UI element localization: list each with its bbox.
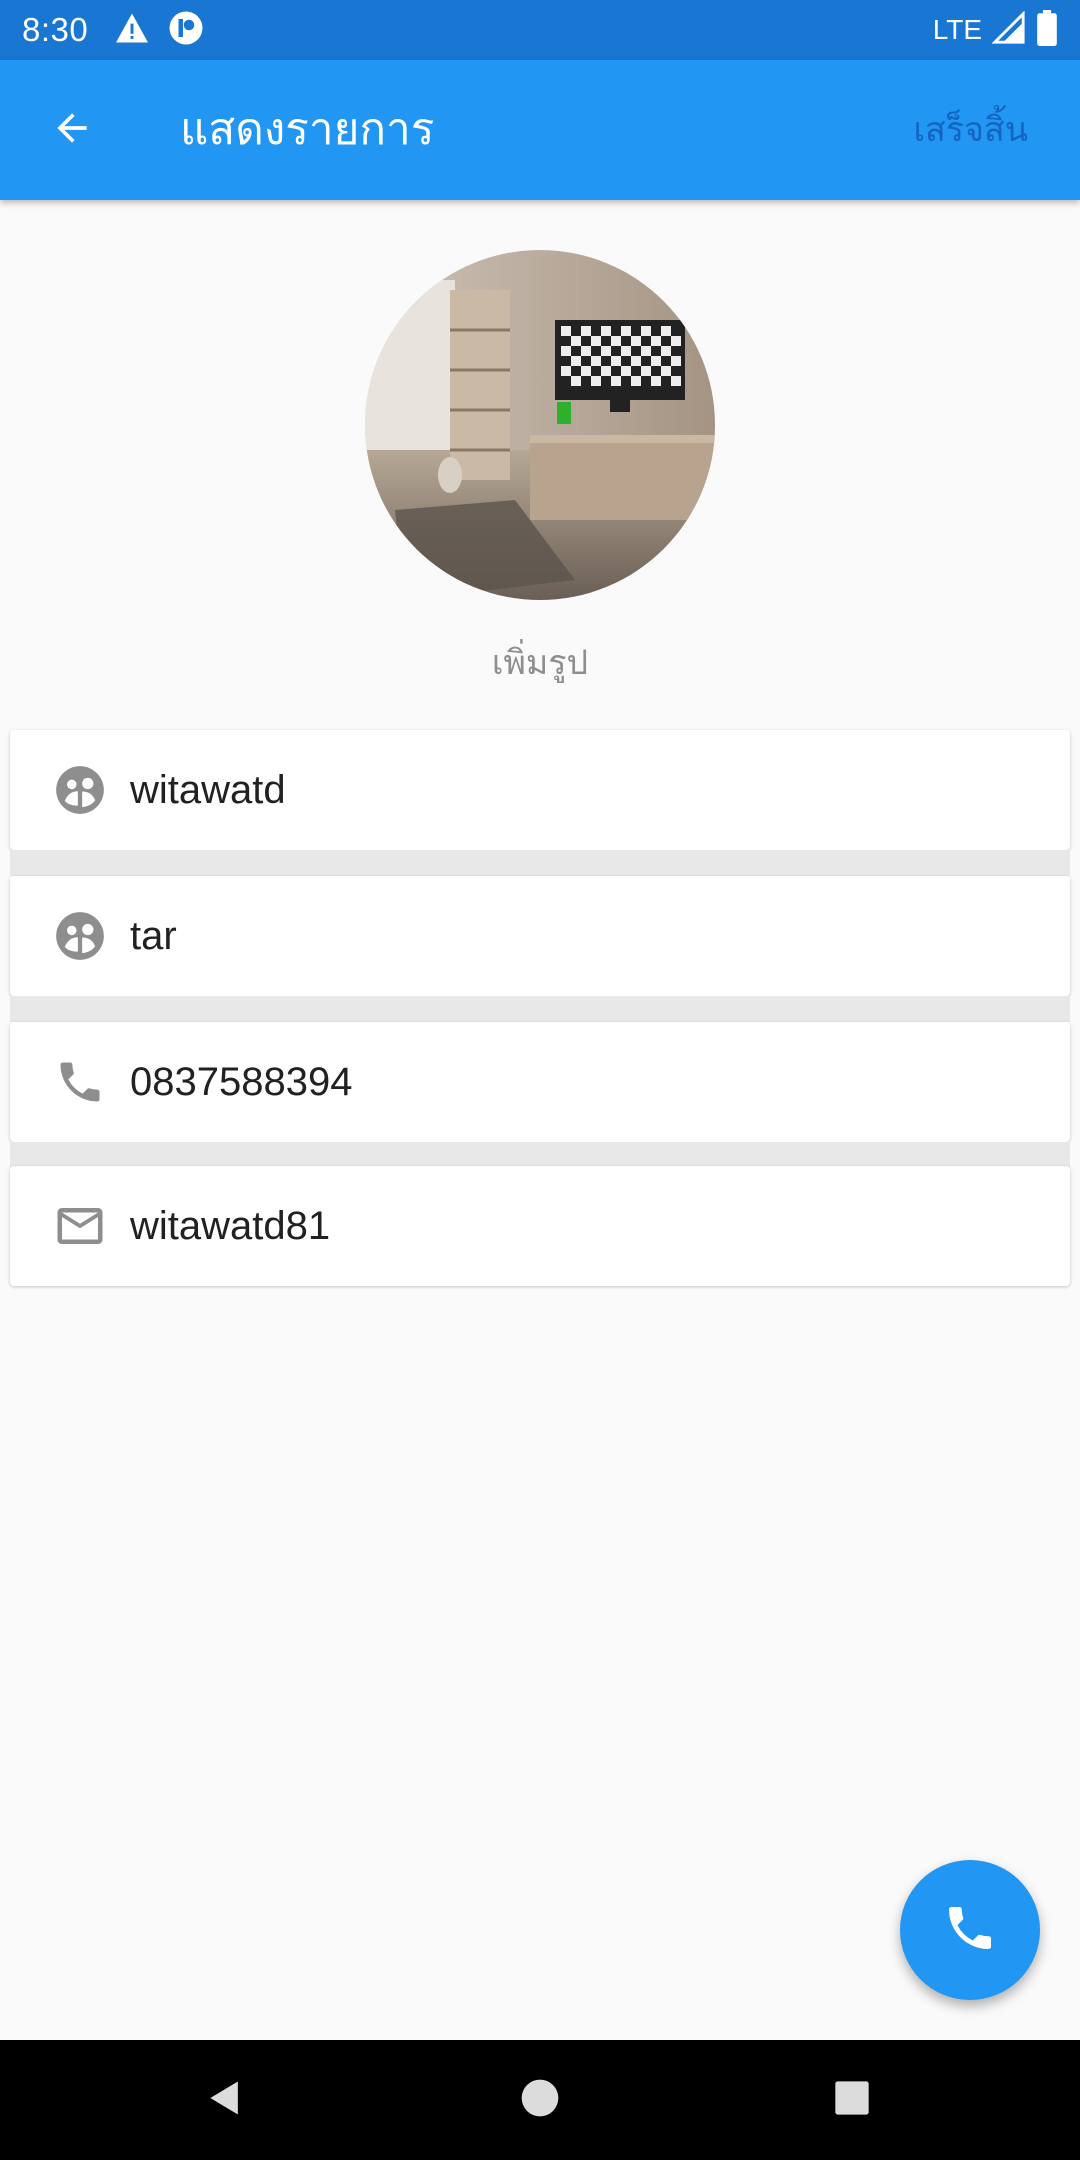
page-title: แสดงรายการ	[180, 104, 435, 155]
app-bar: แสดงรายการ เสร็จสิ้น	[0, 60, 1080, 200]
add-photo-button[interactable]: เพิ่มรูป	[0, 635, 1080, 689]
back-button[interactable]	[30, 88, 114, 172]
nickname-field[interactable]: tar	[10, 876, 1070, 996]
status-right: LTE	[933, 10, 1058, 50]
email-field[interactable]: witawatd81	[10, 1166, 1070, 1286]
username-field[interactable]: witawatd	[10, 730, 1070, 850]
back-triangle-icon	[203, 2076, 247, 2124]
phone-value: 0837588394	[130, 1060, 353, 1104]
room-photo	[365, 250, 715, 600]
nav-back-button[interactable]	[185, 2060, 265, 2140]
notification-app-icon	[168, 10, 204, 50]
network-type: LTE	[932, 14, 982, 45]
nav-home-button[interactable]	[500, 2060, 580, 2140]
nickname-value: tar	[130, 914, 177, 958]
divider	[10, 850, 1070, 876]
battery-icon	[1036, 10, 1058, 50]
username-value: witawatd	[130, 768, 286, 812]
navigation-bar	[0, 2040, 1080, 2160]
status-time: 8:30	[22, 11, 89, 48]
phone-icon	[942, 1900, 998, 1960]
phone-icon	[50, 1052, 110, 1112]
email-value: witawatd81	[130, 1204, 331, 1248]
divider	[10, 1142, 1070, 1168]
divider	[10, 996, 1070, 1022]
home-circle-icon	[520, 2078, 560, 2122]
face-icon	[50, 906, 110, 966]
status-bar: 8:30 LTE	[0, 0, 1080, 60]
call-fab-button[interactable]	[900, 1860, 1040, 2000]
arrow-back-icon	[50, 106, 94, 154]
done-button[interactable]: เสร็จสิ้น	[913, 60, 1028, 200]
phone-field[interactable]: 0837588394	[10, 1022, 1070, 1142]
face-icon	[50, 760, 110, 820]
warning-icon	[114, 12, 150, 48]
status-notification-icons	[114, 10, 204, 50]
signal-icon	[991, 10, 1026, 49]
nav-recents-button[interactable]	[812, 2060, 892, 2140]
mail-icon	[50, 1196, 110, 1256]
recents-square-icon	[832, 2078, 872, 2122]
avatar[interactable]	[365, 250, 715, 600]
